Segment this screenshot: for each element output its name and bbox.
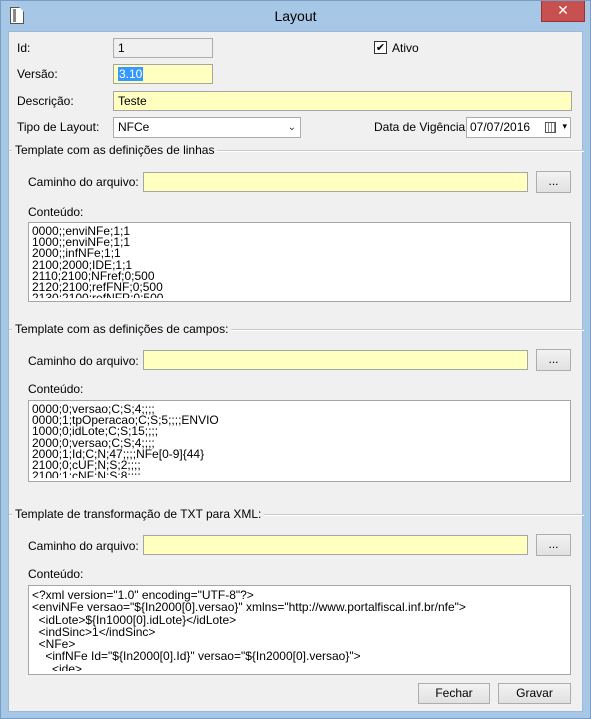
conteudo-label: Conteúdo: — [28, 382, 84, 396]
browse-xml-button[interactable]: ... — [536, 534, 571, 556]
caminho-label: Caminho do arquivo: — [28, 175, 139, 189]
textarea-clip — [29, 671, 570, 674]
group-title-linhas: Template com as definições de linhas — [12, 143, 218, 157]
text-line: <indSinc>1</indSinc> — [32, 624, 156, 639]
group-title-xml: Template de transformação de TXT para XM… — [12, 507, 265, 521]
conteudo-label: Conteúdo: — [28, 205, 84, 219]
layout-window: Layout ✕ Id: 1 ✔ Ativo Versão: 3.10 Desc… — [0, 0, 591, 719]
caminho-label: Caminho do arquivo: — [28, 354, 139, 368]
caminho-linhas-field[interactable] — [143, 172, 528, 192]
tipo-layout-select[interactable]: NFCe ⌄ — [113, 117, 301, 138]
text-line: <enviNFe versao="${In2000[0].versao}" xm… — [32, 600, 466, 615]
data-vigencia-picker[interactable]: 07/07/2016 ▾ — [466, 117, 571, 138]
id-label: Id: — [17, 41, 31, 55]
caminho-xml-field[interactable] — [143, 535, 528, 555]
data-vigencia-label: Data de Vigência — [374, 120, 466, 134]
textarea-clip — [29, 478, 570, 481]
form-body: Id: 1 ✔ Ativo Versão: 3.10 Descrição: Te… — [8, 31, 584, 712]
descricao-field[interactable]: Teste — [113, 91, 572, 111]
text-line: <infNFe Id="${In2000[0].Id}" versao="${I… — [32, 649, 361, 664]
window-title: Layout — [274, 8, 317, 24]
ativo-checkbox[interactable]: ✔ — [374, 41, 387, 54]
textarea-clip — [29, 298, 570, 301]
tipo-layout-value: NFCe — [118, 120, 150, 134]
versao-field[interactable]: 3.10 — [113, 64, 213, 84]
versao-value: 3.10 — [118, 67, 144, 81]
chevron-down-icon: ⌄ — [287, 122, 296, 133]
caminho-campos-field[interactable] — [143, 350, 528, 370]
fechar-button[interactable]: Fechar — [418, 683, 490, 704]
tipo-layout-label: Tipo de Layout: — [17, 120, 100, 134]
gravar-button[interactable]: Gravar — [498, 683, 571, 704]
descricao-label: Descrição: — [17, 94, 74, 108]
id-field: 1 — [113, 38, 213, 58]
close-button[interactable]: ✕ — [541, 1, 585, 22]
browse-linhas-button[interactable]: ... — [536, 171, 571, 193]
data-vigencia-value: 07/07/2016 — [470, 120, 531, 134]
group-title-campos: Template com as definições de campos: — [12, 322, 232, 336]
dropdown-arrow-icon: ▾ — [562, 122, 567, 132]
conteudo-label: Conteúdo: — [28, 567, 84, 581]
title-bar[interactable]: Layout ✕ — [1, 1, 590, 31]
calendar-icon — [545, 122, 556, 133]
conteudo-campos-textarea[interactable]: 0000;0;versao;C;S;4;;;; 0000;1;tpOperaca… — [28, 400, 571, 482]
versao-label: Versão: — [17, 67, 58, 81]
conteudo-xml-textarea[interactable]: <?xml version="1.0" encoding="UTF-8"?> <… — [28, 585, 571, 675]
browse-campos-button[interactable]: ... — [536, 349, 571, 371]
conteudo-linhas-textarea[interactable]: 0000;;enviNFe;1;1 1000;;enviNFe;1;1 2000… — [28, 222, 571, 302]
ativo-label: Ativo — [392, 41, 419, 55]
caminho-label: Caminho do arquivo: — [28, 539, 139, 553]
